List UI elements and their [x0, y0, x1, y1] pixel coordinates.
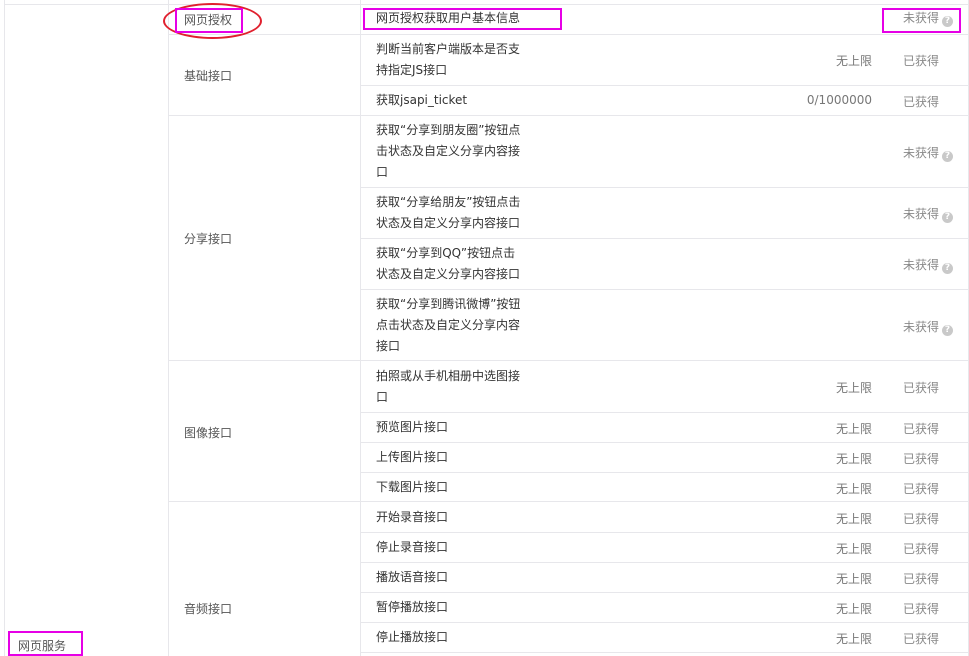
api-name: 获取“分享给朋友”按钮点击状态及自定义分享内容接口 [376, 195, 521, 230]
row-divider [360, 562, 969, 563]
limit-value: 无上限 [835, 632, 872, 646]
status-text: 已获得 [903, 54, 940, 68]
status-cell: 未获得? [903, 205, 954, 223]
limit-value: 无上限 [835, 422, 872, 436]
row-divider [360, 622, 969, 623]
api-name: 拍照或从手机相册中选图接口 [376, 369, 521, 404]
limit-value: 无上限 [835, 602, 872, 616]
group-divider [168, 501, 969, 502]
limit-value: 无上限 [835, 482, 872, 496]
row-divider [360, 652, 969, 653]
question-circle-icon[interactable]: ? [942, 263, 954, 274]
question-circle-icon[interactable]: ? [942, 212, 954, 223]
group-divider [168, 115, 969, 116]
status-text: 已获得 [903, 512, 940, 526]
group-divider [168, 360, 969, 361]
group-divider [168, 34, 969, 35]
highlight-box [363, 8, 562, 30]
row-divider [360, 472, 969, 473]
status-text: 已获得 [903, 632, 940, 646]
category-share-api: 分享接口 [184, 232, 233, 246]
status-text: 未获得 [903, 320, 940, 334]
top-border [4, 4, 969, 5]
row-divider [360, 442, 969, 443]
status-cell: 未获得? [903, 318, 954, 336]
status-text: 已获得 [903, 542, 940, 556]
status-text: 未获得 [903, 146, 940, 160]
status-text: 已获得 [903, 381, 940, 395]
status-text: 已获得 [903, 95, 940, 109]
highlight-box [175, 8, 243, 33]
left-border [4, 0, 5, 656]
status-text: 未获得 [903, 207, 940, 221]
status-text: 已获得 [903, 482, 940, 496]
status-text: 已获得 [903, 452, 940, 466]
status-text: 已获得 [903, 602, 940, 616]
category-basic-api: 基础接口 [184, 69, 233, 83]
question-circle-icon[interactable]: ? [942, 151, 954, 162]
api-name: 获取“分享到腾讯微博”按钮点击状态及自定义分享内容接口 [376, 297, 521, 353]
status-text: 未获得 [903, 258, 940, 272]
row-divider [360, 85, 969, 86]
status-cell: 未获得? [903, 256, 954, 274]
api-name: 判断当前客户端版本是否支持指定JS接口 [376, 42, 521, 77]
highlight-box [882, 8, 961, 33]
category-audio-api: 音频接口 [184, 602, 233, 616]
status-text: 已获得 [903, 422, 940, 436]
category-image-api: 图像接口 [184, 426, 233, 440]
api-name: 预览图片接口 [376, 420, 449, 434]
row-divider [360, 532, 969, 533]
limit-value: 无上限 [835, 572, 872, 586]
status-text: 已获得 [903, 572, 940, 586]
api-name: 获取jsapi_ticket [376, 93, 468, 107]
category-column-border [168, 0, 169, 656]
row-divider [360, 592, 969, 593]
api-name: 停止播放接口 [376, 630, 449, 644]
limit-value: 无上限 [835, 512, 872, 526]
question-circle-icon[interactable]: ? [942, 325, 954, 336]
row-divider [360, 238, 969, 239]
name-column-border [360, 0, 361, 656]
status-cell: 未获得? [903, 144, 954, 162]
api-name: 开始录音接口 [376, 510, 449, 524]
row-divider [360, 412, 969, 413]
limit-value: 0/1000000 [806, 93, 872, 107]
api-name: 停止录音接口 [376, 540, 449, 554]
api-name: 暂停播放接口 [376, 600, 449, 614]
row-divider [360, 289, 969, 290]
highlight-box [8, 631, 83, 656]
api-name: 播放语音接口 [376, 570, 449, 584]
api-name: 获取“分享到朋友圈”按钮点击状态及自定义分享内容接口 [376, 123, 521, 179]
api-name: 上传图片接口 [376, 450, 449, 464]
api-name: 下载图片接口 [376, 480, 449, 494]
limit-value: 无上限 [835, 381, 872, 395]
row-divider [360, 187, 969, 188]
api-name: 获取“分享到QQ”按钮点击状态及自定义分享内容接口 [376, 246, 521, 281]
limit-value: 无上限 [835, 54, 872, 68]
limit-value: 无上限 [835, 452, 872, 466]
limit-value: 无上限 [835, 542, 872, 556]
